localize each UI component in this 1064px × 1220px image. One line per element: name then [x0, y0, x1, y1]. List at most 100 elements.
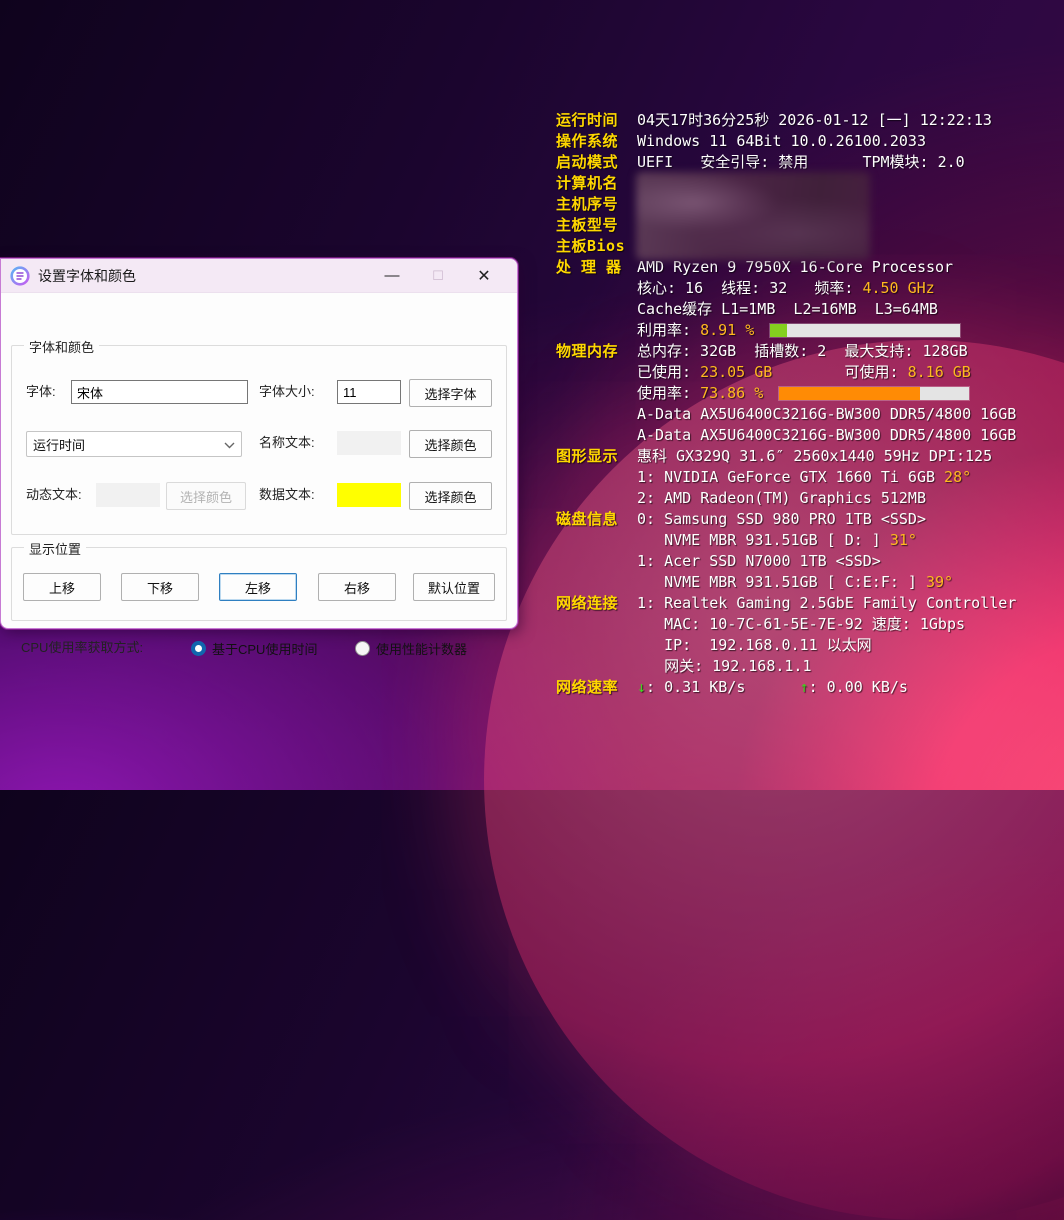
move-up-button[interactable]: 上移 — [23, 573, 101, 601]
sysinfo-text: A-Data AX5U6400C3216G-BW300 DDR5/4800 16… — [637, 425, 1016, 446]
sysinfo-line: 操作系统Windows 11 64Bit 10.0.26100.2033 — [556, 131, 1036, 152]
data-text-swatch — [337, 483, 401, 507]
select-data-color-button[interactable]: 选择颜色 — [409, 482, 492, 510]
sysinfo-label: 主板Bios — [556, 236, 637, 257]
sysinfo-text: 网关: 192.168.1.1 — [637, 656, 812, 677]
sysinfo-text: ↓ — [637, 677, 646, 698]
maximize-button[interactable]: ☐ — [415, 259, 461, 292]
sysinfo-line: A-Data AX5U6400C3216G-BW300 DDR5/4800 16… — [556, 425, 1036, 446]
sysinfo-line: 磁盘信息0: Samsung SSD 980 PRO 1TB <SSD> — [556, 509, 1036, 530]
sysinfo-text: NVME MBR 931.51GB [ D: ] — [637, 530, 890, 551]
sysinfo-text: 1: Acer SSD N7000 1TB <SSD> — [637, 551, 881, 572]
move-down-button[interactable]: 下移 — [121, 573, 199, 601]
sysinfo-line: 网络连接1: Realtek Gaming 2.5GbE Family Cont… — [556, 593, 1036, 614]
progress-bar — [770, 324, 960, 337]
sysinfo-line: 启动模式UEFI 安全引导: 禁用 TPM模块: 2.0 — [556, 152, 1036, 173]
progress-bar-fill — [770, 324, 787, 337]
select-name-color-button[interactable]: 选择颜色 — [409, 430, 492, 458]
sysinfo-text: 04天17时36分25秒 2026-01-12 [一] 12:22:13 — [637, 110, 992, 131]
sysinfo-label: 处 理 器 — [556, 257, 637, 278]
select-font-button[interactable]: 选择字体 — [409, 379, 492, 407]
sysinfo-text: 28° — [944, 467, 971, 488]
sysinfo-line: 1: NVIDIA GeForce GTX 1660 Ti 6GB 28° — [556, 467, 1036, 488]
sysinfo-text: Cache缓存 L1=1MB L2=16MB L3=64MB — [637, 299, 938, 320]
font-size-input[interactable] — [337, 380, 401, 404]
sysinfo-text: IP: 192.168.0.11 以太网 — [637, 635, 872, 656]
sysinfo-line: 1: Acer SSD N7000 1TB <SSD> — [556, 551, 1036, 572]
sysinfo-label: 启动模式 — [556, 152, 637, 173]
app-icon — [10, 266, 30, 286]
sysinfo-text: 1: NVIDIA GeForce GTX 1660 Ti 6GB — [637, 467, 944, 488]
close-button[interactable]: ✕ — [461, 259, 507, 292]
default-position-button[interactable]: 默认位置 — [413, 573, 495, 601]
titlebar[interactable]: 设置字体和颜色 — ☐ ✕ — [1, 259, 517, 293]
sysinfo-text: 核心: 16 线程: 32 频率: — [637, 278, 862, 299]
sysinfo-label: 主板型号 — [556, 215, 637, 236]
sysinfo-line: 处 理 器AMD Ryzen 9 7950X 16-Core Processor — [556, 257, 1036, 278]
window-title: 设置字体和颜色 — [38, 266, 136, 286]
sysinfo-label: 磁盘信息 — [556, 509, 637, 530]
sysinfo-overlay: 运行时间04天17时36分25秒 2026-01-12 [一] 12:22:13… — [556, 110, 1036, 698]
radio-perf-counter-label: 使用性能计数器 — [376, 639, 467, 658]
sysinfo-label: 主机序号 — [556, 194, 637, 215]
sysinfo-line: NVME MBR 931.51GB [ C:E:F: ] 39° — [556, 572, 1036, 593]
sysinfo-text: 使用率: — [637, 383, 700, 404]
chevron-down-icon — [224, 437, 235, 452]
sysinfo-line: 物理内存总内存: 32GB 插槽数: 2 最大支持: 128GB — [556, 341, 1036, 362]
sysinfo-text: 23.05 GB — [700, 362, 772, 383]
position-legend: 显示位置 — [24, 539, 86, 558]
select-dynamic-color-button: 选择颜色 — [166, 482, 246, 510]
font-label: 字体: — [26, 380, 56, 404]
sysinfo-label: 网络连接 — [556, 593, 637, 614]
sysinfo-line: IP: 192.168.0.11 以太网 — [556, 635, 1036, 656]
sysinfo-text: 总内存: 32GB 插槽数: 2 最大支持: 128GB — [637, 341, 968, 362]
radio-button-icon[interactable] — [191, 641, 206, 656]
sysinfo-text: 已使用: — [637, 362, 700, 383]
sysinfo-text: 8.16 GB — [908, 362, 971, 383]
sysinfo-text: 73.86 % — [700, 383, 763, 404]
sysinfo-text: 0: Samsung SSD 980 PRO 1TB <SSD> — [637, 509, 926, 530]
sysinfo-text: 4.50 GHz — [862, 278, 934, 299]
sysinfo-line: 核心: 16 线程: 32 频率: 4.50 GHz — [556, 278, 1036, 299]
sysinfo-text: 利用率: — [637, 320, 700, 341]
radio-cpu-time-label: 基于CPU使用时间 — [212, 639, 317, 658]
sysinfo-line: MAC: 10-7C-61-5E-7E-92 速度: 1Gbps — [556, 614, 1036, 635]
sysinfo-label: 运行时间 — [556, 110, 637, 131]
font-color-legend: 字体和颜色 — [24, 337, 99, 356]
progress-bar — [779, 387, 969, 400]
sysinfo-text: Windows 11 64Bit 10.0.26100.2033 — [637, 131, 926, 152]
sysinfo-text: 可使用: — [772, 362, 907, 383]
sysinfo-text: NVME MBR 931.51GB [ C:E:F: ] — [637, 572, 926, 593]
sysinfo-label: 图形显示 — [556, 446, 637, 467]
sysinfo-line: 使用率: 73.86 % — [556, 383, 1036, 404]
sysinfo-label: 网络速率 — [556, 677, 637, 698]
sysinfo-text: 8.91 % — [700, 320, 754, 341]
sysinfo-line: 运行时间04天17时36分25秒 2026-01-12 [一] 12:22:13 — [556, 110, 1036, 131]
data-text-label: 数据文本: — [259, 483, 315, 507]
sysinfo-label: 操作系统 — [556, 131, 637, 152]
move-left-button[interactable]: 左移 — [219, 573, 297, 601]
sysinfo-text: : 0.31 KB/s — [646, 677, 800, 698]
redacted-blur — [636, 172, 870, 260]
sysinfo-text: 1: Realtek Gaming 2.5GbE Family Controll… — [637, 593, 1016, 614]
name-text-swatch — [337, 431, 401, 455]
sysinfo-line: NVME MBR 931.51GB [ D: ] 31° — [556, 530, 1036, 551]
radio-perf-counter[interactable]: 使用性能计数器 — [355, 639, 467, 658]
item-dropdown-value: 运行时间 — [33, 435, 85, 454]
dynamic-text-swatch — [96, 483, 160, 507]
name-text-label: 名称文本: — [259, 431, 315, 455]
minimize-button[interactable]: — — [369, 259, 415, 292]
move-right-button[interactable]: 右移 — [318, 573, 396, 601]
sysinfo-text: 31° — [890, 530, 917, 551]
item-dropdown[interactable]: 运行时间 — [26, 431, 242, 457]
progress-bar-fill — [779, 387, 919, 400]
sysinfo-text: MAC: 10-7C-61-5E-7E-92 速度: 1Gbps — [637, 614, 965, 635]
sysinfo-line: 网络速率↓: 0.31 KB/s ↑: 0.00 KB/s — [556, 677, 1036, 698]
sysinfo-line: A-Data AX5U6400C3216G-BW300 DDR5/4800 16… — [556, 404, 1036, 425]
sysinfo-text: UEFI 安全引导: 禁用 TPM模块: 2.0 — [637, 152, 965, 173]
radio-cpu-time[interactable]: 基于CPU使用时间 — [191, 639, 317, 658]
font-name-input[interactable] — [71, 380, 248, 404]
sysinfo-text: ↑ — [800, 677, 809, 698]
radio-button-icon[interactable] — [355, 641, 370, 656]
cpu-mode-label: CPU使用率获取方式: — [21, 636, 143, 660]
